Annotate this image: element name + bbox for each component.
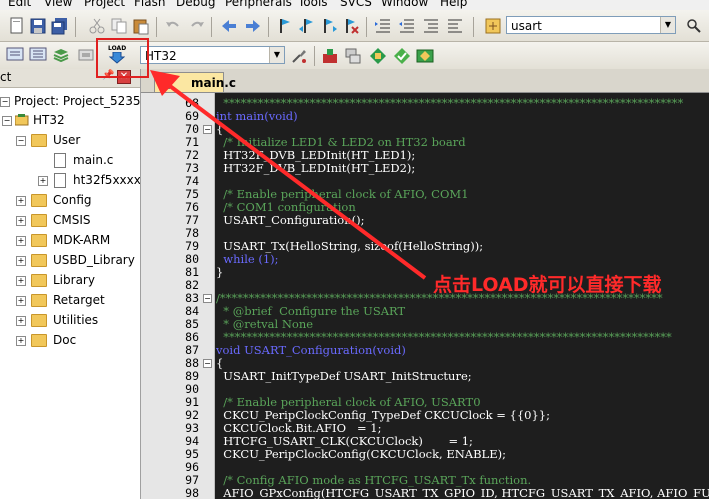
- annotation-text: 点击LOAD就可以直接下载: [433, 274, 662, 296]
- folder-icon: [31, 234, 47, 247]
- tree-file-label: main.c: [73, 153, 114, 167]
- expand-icon[interactable]: +: [38, 176, 48, 186]
- unindent-icon[interactable]: [398, 17, 416, 35]
- toolbar-separator: [211, 17, 212, 37]
- tree-group-label: Doc: [53, 333, 77, 347]
- bookmark-icon[interactable]: [276, 17, 294, 35]
- tree-file-label: ht32f5xxxx_0: [73, 173, 141, 187]
- batch-build-icon[interactable]: [77, 46, 95, 64]
- toolbar-separator: [268, 17, 269, 37]
- collapse-icon[interactable]: −: [2, 116, 12, 126]
- translate-icon[interactable]: [6, 46, 24, 64]
- line-number: 98: [185, 486, 199, 499]
- annotation-arrow: [150, 70, 427, 280]
- nav-forward-icon[interactable]: [244, 17, 262, 35]
- menu-edit[interactable]: Edit: [8, 0, 31, 9]
- new-file-icon[interactable]: [8, 17, 26, 35]
- chevron-down-icon[interactable]: ▼: [660, 17, 675, 33]
- indent-icon[interactable]: [374, 17, 392, 35]
- tree-group-label: USBD_Library: [53, 253, 135, 267]
- tree-group-label: Utilities: [53, 313, 99, 327]
- comment-icon[interactable]: [422, 17, 440, 35]
- nav-back-icon[interactable]: [220, 17, 238, 35]
- rebuild-icon[interactable]: [52, 46, 70, 64]
- folder-icon: [31, 194, 47, 207]
- search-combo-value: usart: [511, 19, 542, 33]
- toolbar-separator: [366, 17, 367, 37]
- clear-bookmarks-icon[interactable]: [342, 17, 360, 35]
- collapse-icon[interactable]: −: [16, 136, 26, 146]
- tree-group-label: Config: [53, 193, 92, 207]
- expand-icon[interactable]: +: [16, 296, 26, 306]
- menu-view[interactable]: View: [44, 0, 72, 9]
- incremental-find-icon[interactable]: [685, 17, 703, 35]
- folder-icon: [31, 294, 47, 307]
- menu-debug[interactable]: Debug: [176, 0, 215, 9]
- collapse-icon[interactable]: −: [0, 97, 10, 107]
- menu-peripherals[interactable]: Peripherals: [225, 0, 292, 9]
- code-line: AFIO_GPxConfig(HTCFG_USART_TX_GPIO_ID, H…: [216, 486, 709, 499]
- code-line: CKCU_PeripClockConfig(CKCUClock, ENABLE)…: [216, 447, 506, 461]
- search-combo[interactable]: usart ▼: [506, 16, 676, 34]
- tree-target-label: HT32: [33, 113, 65, 127]
- project-panel-title: ct: [0, 70, 12, 84]
- expand-icon[interactable]: +: [16, 236, 26, 246]
- tree-project-label: Project: Project_52352: [14, 94, 141, 108]
- project-panel: ct 📌 ✕ − Project: Project_52352 − HT32 −…: [0, 69, 141, 499]
- expand-icon[interactable]: +: [16, 216, 26, 226]
- folder-icon: [31, 214, 47, 227]
- file-icon: [54, 153, 66, 168]
- paste-icon[interactable]: [132, 17, 150, 35]
- menu-tools[interactable]: Tools: [298, 0, 328, 9]
- menu-svcs[interactable]: SVCS: [340, 0, 372, 9]
- folder-icon: [31, 334, 47, 347]
- toolbar-separator: [473, 17, 474, 37]
- tree-group-label: MDK-ARM: [53, 233, 111, 247]
- tree-group-label: Retarget: [53, 293, 105, 307]
- menu-bar: Edit View Project Flash Debug Peripheral…: [0, 0, 709, 10]
- expand-icon[interactable]: +: [16, 256, 26, 266]
- file-icon: [54, 173, 66, 188]
- menu-window[interactable]: Window: [381, 0, 428, 9]
- save-all-icon[interactable]: [51, 17, 69, 35]
- expand-icon[interactable]: +: [16, 276, 26, 286]
- build-icon[interactable]: [29, 46, 47, 64]
- code-line: void USART_Configuration(void): [216, 343, 406, 357]
- folder-icon: [31, 314, 47, 327]
- find-in-files-icon[interactable]: [484, 17, 502, 35]
- uncomment-icon[interactable]: [446, 17, 464, 35]
- expand-icon[interactable]: +: [16, 316, 26, 326]
- expand-icon[interactable]: +: [16, 336, 26, 346]
- folder-icon: [31, 274, 47, 287]
- tree-group-label: Library: [53, 273, 95, 287]
- menu-flash[interactable]: Flash: [134, 0, 165, 9]
- prev-bookmark-icon[interactable]: [298, 17, 316, 35]
- copy-icon[interactable]: [110, 17, 128, 35]
- fold-marker-icon[interactable]: −: [203, 359, 212, 368]
- folder-icon: [31, 254, 47, 267]
- cut-icon[interactable]: [88, 17, 106, 35]
- target-icon: [15, 114, 29, 126]
- toolbar-separator: [75, 17, 76, 37]
- next-bookmark-icon[interactable]: [320, 17, 338, 35]
- tree-group-label: User: [53, 133, 81, 147]
- code-line: USART_InitTypeDef USART_InitStructure;: [216, 369, 472, 383]
- save-icon[interactable]: [29, 17, 47, 35]
- menu-project[interactable]: Project: [84, 0, 125, 9]
- tree-group-label: CMSIS: [53, 213, 91, 227]
- undo-icon[interactable]: [164, 17, 182, 35]
- folder-open-icon: [31, 134, 47, 147]
- redo-icon[interactable]: [188, 17, 206, 35]
- menu-help[interactable]: Help: [440, 0, 467, 9]
- toolbar-separator: [156, 17, 157, 37]
- expand-icon[interactable]: +: [16, 196, 26, 206]
